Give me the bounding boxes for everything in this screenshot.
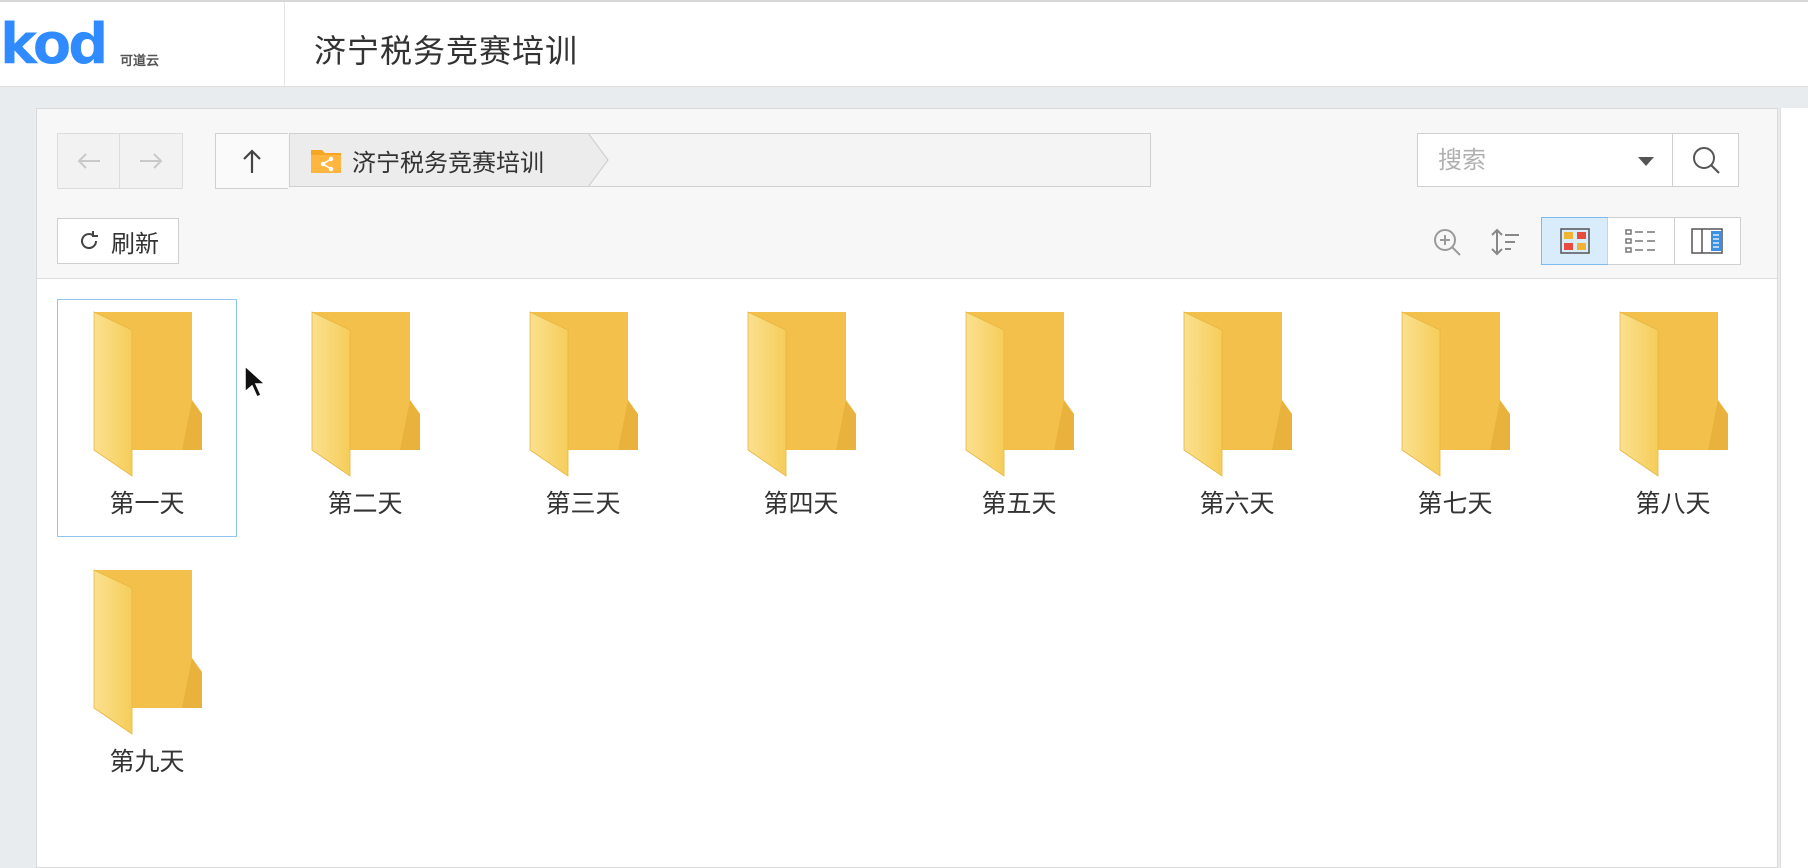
folder-item[interactable]: 第一天 <box>57 299 237 537</box>
parent-folder-button[interactable] <box>215 133 288 189</box>
folder-item[interactable]: 第八天 <box>1583 299 1763 537</box>
folder-icon <box>93 569 202 735</box>
view-mode-switcher <box>1541 217 1741 265</box>
sort-button[interactable] <box>1487 224 1523 260</box>
zoom-button[interactable] <box>1429 224 1465 260</box>
breadcrumb-label: 济宁税务竞赛培训 <box>352 148 544 177</box>
breadcrumb-separator-icon <box>588 133 609 187</box>
folder-name: 第六天 <box>1199 489 1275 518</box>
folder-item[interactable]: 第七天 <box>1365 299 1545 537</box>
split-view-icon <box>1691 228 1724 254</box>
folder-name: 第二天 <box>327 489 403 518</box>
search-button[interactable] <box>1672 134 1738 186</box>
forward-button[interactable] <box>119 134 181 188</box>
sort-icon <box>1491 228 1519 256</box>
folder-icon <box>311 311 420 477</box>
folder-name: 第七天 <box>1417 489 1493 518</box>
toolbar: 刷新 <box>37 208 1777 279</box>
arrow-left-icon <box>77 153 100 169</box>
page-title: 济宁税务竞赛培训 <box>314 32 579 70</box>
folder-item[interactable]: 第五天 <box>929 299 1109 537</box>
search-input[interactable] <box>1418 134 1673 186</box>
right-side-panel <box>1780 108 1808 868</box>
folder-name: 第一天 <box>109 489 185 518</box>
shared-folder-icon <box>310 146 342 174</box>
icon-view-button[interactable] <box>1541 217 1609 265</box>
chevron-down-icon[interactable] <box>1638 157 1654 166</box>
breadcrumb-item[interactable]: 济宁税务竞赛培训 <box>290 134 590 186</box>
grid-view-icon <box>1559 228 1590 254</box>
zoom-in-icon <box>1434 229 1461 256</box>
arrow-right-icon <box>139 153 162 169</box>
history-nav <box>57 133 183 189</box>
file-explorer: 济宁税务竞赛培训 刷新 <box>36 108 1778 868</box>
brand-logo[interactable]: kod 可道云 <box>0 12 200 77</box>
folder-icon <box>93 311 202 477</box>
folder-icon <box>747 311 856 477</box>
mouse-pointer-icon <box>244 364 267 399</box>
logo-subtitle: 可道云 <box>120 54 160 69</box>
folder-name: 第三天 <box>545 489 621 518</box>
file-grid: 第一天 第二天 第三天 第四天 第五天 第六天 第七天 第八天 第九天 <box>57 299 1777 859</box>
logo-wordmark: kod <box>0 12 108 77</box>
folder-item[interactable]: 第六天 <box>1147 299 1327 537</box>
list-view-icon <box>1625 229 1655 253</box>
folder-item[interactable]: 第四天 <box>711 299 891 537</box>
search-icon <box>1692 147 1720 174</box>
folder-name: 第五天 <box>981 489 1057 518</box>
folder-icon <box>529 311 638 477</box>
folder-icon <box>965 311 1074 477</box>
folder-icon <box>1401 311 1510 477</box>
arrow-up-icon <box>243 149 261 173</box>
folder-name: 第四天 <box>763 489 839 518</box>
folder-icon <box>1619 311 1728 477</box>
folder-name: 第八天 <box>1635 489 1711 518</box>
folder-item[interactable]: 第二天 <box>275 299 455 537</box>
breadcrumb[interactable]: 济宁税务竞赛培训 <box>289 133 1151 187</box>
path-bar: 济宁税务竞赛培训 <box>37 109 1777 209</box>
folder-name: 第九天 <box>109 747 185 776</box>
folder-icon <box>1183 311 1292 477</box>
split-view-button[interactable] <box>1673 218 1740 264</box>
refresh-icon <box>81 231 98 250</box>
header-divider <box>284 2 285 88</box>
refresh-label: 刷新 <box>111 229 159 258</box>
search-box <box>1417 133 1739 187</box>
refresh-button[interactable]: 刷新 <box>57 218 179 264</box>
back-button[interactable] <box>58 134 119 188</box>
list-view-button[interactable] <box>1607 218 1673 264</box>
folder-item[interactable]: 第九天 <box>57 557 237 795</box>
folder-item[interactable]: 第三天 <box>493 299 673 537</box>
app-header: kod 可道云 济宁税务竞赛培训 <box>0 0 1808 88</box>
